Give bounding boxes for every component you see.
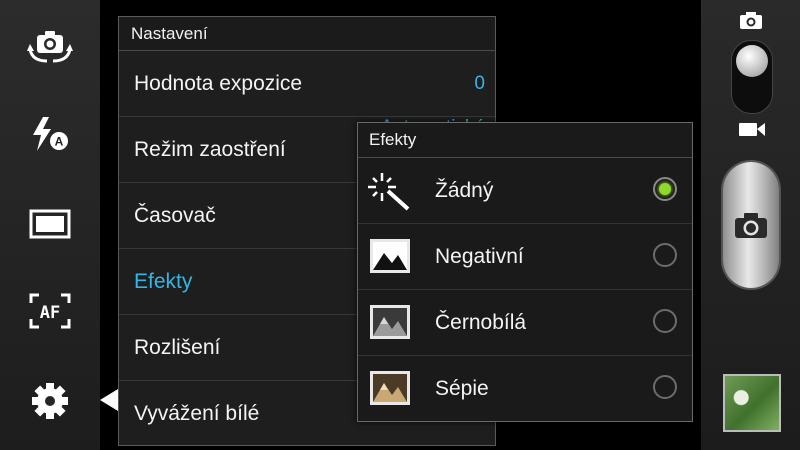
- setting-label: Režim zaostření: [134, 138, 286, 161]
- shutter-camera-icon: [735, 213, 767, 238]
- effect-label: Sépie: [435, 377, 489, 400]
- flash-auto-icon: A: [33, 117, 68, 151]
- radio-unselected[interactable]: [653, 309, 677, 333]
- flash-auto-badge: A: [55, 135, 64, 149]
- gallery-thumbnail[interactable]: [723, 374, 781, 432]
- setting-label: Vyvážení bílé: [134, 402, 260, 425]
- switch-camera-button[interactable]: [0, 14, 100, 80]
- setting-label: Hodnota expozice: [134, 72, 303, 95]
- setting-label: Efekty: [134, 270, 193, 293]
- left-toolbar: A AF: [0, 0, 100, 450]
- radio-selected[interactable]: [653, 177, 677, 201]
- negative-landscape-icon: [370, 239, 410, 273]
- effect-option-negative[interactable]: Negativní: [358, 224, 692, 290]
- effect-option-sepia[interactable]: Sépie: [358, 356, 692, 421]
- settings-gear-icon: [32, 383, 68, 419]
- settings-title: Nastavení: [119, 17, 495, 51]
- effect-label: Černobílá: [435, 311, 527, 334]
- shutter-button[interactable]: [723, 162, 779, 288]
- aspect-ratio-button[interactable]: [0, 191, 100, 257]
- effect-label: Žádný: [435, 179, 494, 202]
- settings-button[interactable]: [0, 368, 100, 434]
- effects-title: Efekty: [358, 123, 692, 158]
- autofocus-label: AF: [40, 303, 60, 323]
- photo-mode-icon: [740, 12, 762, 29]
- video-mode-icon: [739, 123, 765, 136]
- grayscale-landscape-icon: [370, 305, 410, 339]
- radio-unselected[interactable]: [653, 243, 677, 267]
- effect-option-grayscale[interactable]: Černobílá: [358, 290, 692, 356]
- settings-pointer: [100, 389, 118, 411]
- autofocus-icon: AF: [29, 293, 71, 329]
- right-toolbar: [701, 0, 800, 450]
- photo-video-toggle[interactable]: [731, 40, 773, 114]
- effect-option-none[interactable]: Žádný: [358, 158, 692, 224]
- toggle-knob[interactable]: [736, 45, 768, 77]
- radio-unselected[interactable]: [653, 375, 677, 399]
- sepia-landscape-icon: [370, 371, 410, 405]
- setting-label: Rozlišení: [134, 336, 221, 359]
- effect-label: Negativní: [435, 245, 524, 268]
- effects-popup: Efekty Žádný Negativní Černobílá Sépie: [357, 122, 693, 422]
- switch-camera-icon: [27, 31, 73, 63]
- setting-label: Časovač: [134, 204, 216, 227]
- flash-button[interactable]: A: [0, 102, 100, 168]
- autofocus-button[interactable]: AF: [0, 278, 100, 344]
- aspect-ratio-icon: [29, 209, 71, 239]
- magic-wand-icon: [368, 173, 410, 211]
